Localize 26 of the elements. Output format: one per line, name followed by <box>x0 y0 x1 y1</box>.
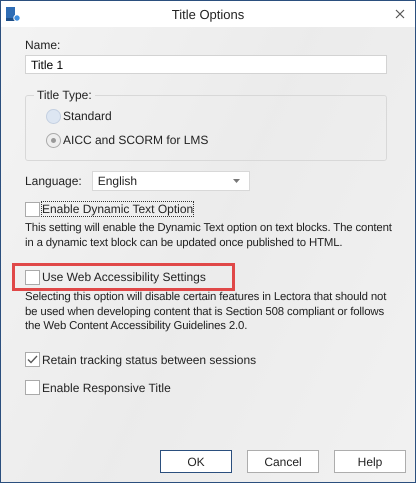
field-label: Name: <box>25 37 62 53</box>
caret-icon <box>232 179 240 183</box>
checkbox-label: Enable Dynamic Text Option <box>42 202 194 216</box>
group-legend: Title Type: <box>34 88 95 102</box>
window-title: Title Options <box>170 6 246 22</box>
checkbox[interactable] <box>25 352 40 367</box>
checkbox-label: Use Web Accessibility Settings <box>42 270 206 284</box>
book-gear-icon <box>5 6 21 22</box>
radio-label: Standard <box>63 109 112 123</box>
checkbox-label: Enable Responsive Title <box>42 380 171 394</box>
checkbox[interactable] <box>25 380 40 395</box>
close-icon[interactable] <box>395 9 405 19</box>
radio-button[interactable] <box>46 132 61 148</box>
dialog-button[interactable]: Help <box>334 450 406 473</box>
checkbox[interactable] <box>25 270 40 284</box>
option-description: This setting will enable the Dynamic Text option on text blocks. The content in a dynamic text block can be updated once published to HTML. <box>25 221 393 250</box>
dialog-button[interactable]: OK <box>160 450 232 473</box>
radio-label: AICC and SCORM for LMS <box>63 133 208 147</box>
checkbox[interactable] <box>25 202 40 216</box>
checkbox-label: Retain tracking status between sessions <box>42 352 256 366</box>
name-field[interactable]: Title 1 <box>25 55 387 74</box>
radio-button[interactable] <box>46 108 61 124</box>
dialog-button[interactable]: Cancel <box>247 450 319 473</box>
option-description: Selecting this option will disable certain features in Lectora that should not be used when developing content that is Section 508 compliant or follows the Web Content Accessibility Guidelines 2.0. <box>25 290 388 334</box>
field-label: Language: <box>25 173 82 189</box>
language-dropdown[interactable]: English <box>92 171 250 191</box>
